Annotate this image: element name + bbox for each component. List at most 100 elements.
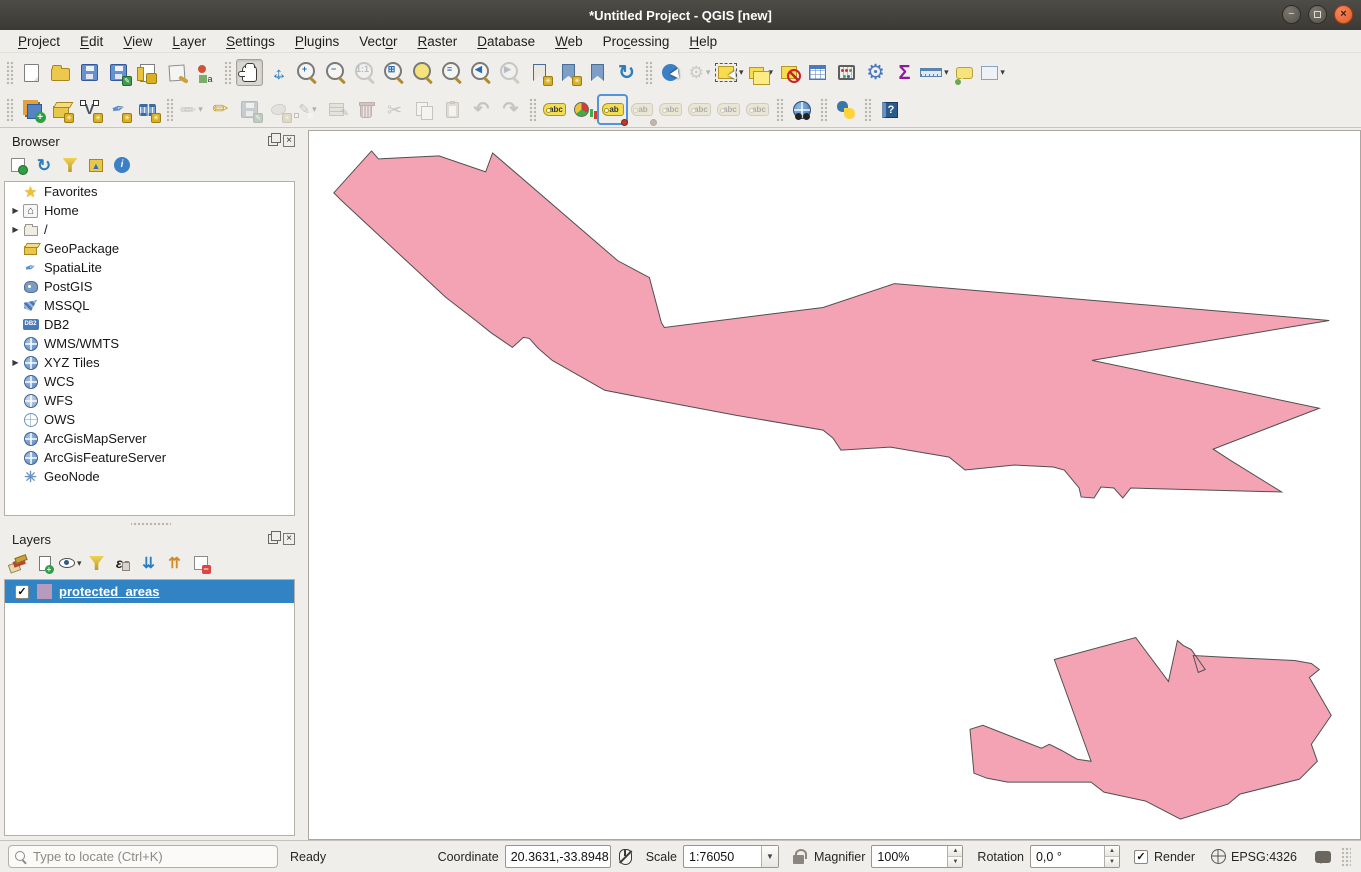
manage-map-themes-button[interactable]: ▾ bbox=[59, 552, 82, 574]
show-spatial-bookmarks-button[interactable]: ✳ bbox=[555, 59, 582, 86]
browser-item-arcgisfeatureserver[interactable]: ArcGisFeatureServer bbox=[5, 448, 294, 467]
rotation-spinbox[interactable]: 0,0 ° ▲▼ bbox=[1030, 845, 1120, 868]
locator-search-input[interactable]: Type to locate (Ctrl+K) bbox=[8, 845, 278, 868]
add-group-button[interactable] bbox=[33, 552, 55, 574]
open-attribute-table-button[interactable] bbox=[804, 59, 831, 86]
processing-toolbox-button[interactable]: ⚙ bbox=[862, 59, 889, 86]
map-tips-button[interactable] bbox=[951, 59, 978, 86]
browser-item-home[interactable]: ▶⌂Home bbox=[5, 201, 294, 220]
new-shapefile-layer-button[interactable]: V✳ bbox=[76, 96, 103, 123]
add-selected-layers-button[interactable] bbox=[7, 154, 29, 176]
map-canvas[interactable] bbox=[308, 130, 1361, 840]
browser-item-wms-wmts[interactable]: WMS/WMTS bbox=[5, 334, 294, 353]
zoom-to-layer-button[interactable]: ≡ bbox=[439, 59, 466, 86]
panel-splitter[interactable] bbox=[131, 520, 171, 528]
close-button[interactable]: × bbox=[1334, 5, 1353, 24]
new-project-button[interactable] bbox=[18, 59, 45, 86]
magnifier-spin-arrows[interactable]: ▲▼ bbox=[947, 846, 962, 867]
menu-help[interactable]: Help bbox=[679, 30, 727, 53]
select-features-button[interactable]: ▾ bbox=[715, 59, 744, 86]
protected-area-southeast[interactable] bbox=[970, 638, 1331, 819]
new-spatial-bookmark-button[interactable]: ✳ bbox=[526, 59, 553, 86]
new-print-layout-button[interactable] bbox=[134, 59, 161, 86]
menu-processing[interactable]: Processing bbox=[593, 30, 680, 53]
collapse-all-layers-button[interactable]: ⇈ bbox=[164, 552, 186, 574]
show-bookmark-manager-button[interactable] bbox=[584, 59, 611, 86]
browser-close-button[interactable]: × bbox=[283, 135, 295, 147]
zoom-full-button[interactable]: ⊞ bbox=[381, 59, 408, 86]
expander-icon[interactable]: ▶ bbox=[9, 225, 22, 234]
new-virtual-layer-button[interactable]: ✳ bbox=[134, 96, 161, 123]
browser-item-mssql[interactable]: MSSQL bbox=[5, 296, 294, 315]
open-project-button[interactable] bbox=[47, 59, 74, 86]
python-console-button[interactable] bbox=[832, 96, 859, 123]
layer-item-protected-areas[interactable]: ✓protected_areas bbox=[5, 580, 294, 603]
rotation-spin-arrows[interactable]: ▲▼ bbox=[1104, 846, 1119, 867]
expand-all-button[interactable]: ⇊ bbox=[138, 552, 160, 574]
layer-visibility-checkbox[interactable]: ✓ bbox=[15, 585, 29, 599]
style-manager-button[interactable] bbox=[192, 59, 219, 86]
browser-item-favorites[interactable]: ★Favorites bbox=[5, 182, 294, 201]
filter-legend-button[interactable] bbox=[86, 552, 108, 574]
browser-item-postgis[interactable]: PostGIS bbox=[5, 277, 294, 296]
new-spatialite-layer-button[interactable]: ✒✳ bbox=[105, 96, 132, 123]
menu-layer[interactable]: Layer bbox=[162, 30, 216, 53]
messages-icon[interactable] bbox=[1315, 851, 1331, 863]
protected-area-west[interactable] bbox=[334, 151, 1329, 498]
open-data-source-manager-button[interactable] bbox=[18, 96, 45, 123]
help-contents-button[interactable]: ? bbox=[876, 96, 903, 123]
menu-settings[interactable]: Settings bbox=[216, 30, 285, 53]
magnifier-spinbox[interactable]: 100% ▲▼ bbox=[871, 845, 963, 868]
browser-item-wfs[interactable]: WFS bbox=[5, 391, 294, 410]
resize-grip[interactable] bbox=[1341, 847, 1351, 867]
render-toggle[interactable]: ✓ Render bbox=[1134, 850, 1195, 864]
filter-by-expression-button[interactable]: ε▾ bbox=[112, 552, 134, 574]
layers-float-button[interactable] bbox=[268, 534, 278, 544]
text-annotation-button[interactable]: ▾ bbox=[980, 59, 1007, 86]
zoom-out-button[interactable]: − bbox=[323, 59, 350, 86]
browser-item-geopackage[interactable]: GeoPackage bbox=[5, 239, 294, 258]
browser-float-button[interactable] bbox=[268, 136, 278, 146]
menu-plugins[interactable]: Plugins bbox=[285, 30, 349, 53]
layer-diagram-options-button[interactable] bbox=[570, 96, 597, 123]
deselect-features-button[interactable] bbox=[775, 59, 802, 86]
scale-combobox[interactable]: 1:76050 ▼ bbox=[683, 845, 779, 868]
browser-item-spatialite[interactable]: ✒SpatiaLite bbox=[5, 258, 294, 277]
lock-scale-icon[interactable] bbox=[793, 855, 804, 864]
collapse-all-button[interactable]: ▲ bbox=[85, 154, 107, 176]
save-project-button[interactable] bbox=[76, 59, 103, 86]
refresh-map-button[interactable]: ↻ bbox=[613, 59, 640, 86]
layers-close-button[interactable]: × bbox=[283, 533, 295, 545]
crs-globe-icon[interactable] bbox=[1211, 849, 1226, 864]
toggle-extents-mouse-icon[interactable] bbox=[619, 849, 632, 865]
field-calculator-button[interactable] bbox=[833, 59, 860, 86]
browser-item-root[interactable]: ▶/ bbox=[5, 220, 294, 239]
menu-raster[interactable]: Raster bbox=[408, 30, 468, 53]
select-features-by-value-button[interactable]: ▾ bbox=[746, 59, 774, 86]
menu-vector[interactable]: Vector bbox=[349, 30, 407, 53]
filter-browser-button[interactable] bbox=[59, 154, 81, 176]
remove-layer-group-button[interactable] bbox=[190, 552, 212, 574]
scale-dropdown-icon[interactable]: ▼ bbox=[761, 846, 778, 867]
browser-item-arcgismapserver[interactable]: ArcGisMapServer bbox=[5, 429, 294, 448]
measure-line-button[interactable]: ▾ bbox=[920, 59, 949, 86]
layer-symbol-swatch[interactable] bbox=[37, 584, 52, 599]
menu-web[interactable]: Web bbox=[545, 30, 593, 53]
menu-database[interactable]: Database bbox=[467, 30, 545, 53]
pan-map-button[interactable] bbox=[236, 59, 263, 86]
expander-icon[interactable]: ▶ bbox=[9, 358, 22, 367]
toggle-editing-button[interactable]: ✏ bbox=[207, 96, 234, 123]
identify-features-button[interactable] bbox=[657, 59, 684, 86]
show-layout-manager-button[interactable] bbox=[163, 59, 190, 86]
pin-labels-button[interactable]: ab bbox=[599, 96, 626, 123]
new-geopackage-layer-button[interactable]: ✳ bbox=[47, 96, 74, 123]
browser-item-geonode[interactable]: ✳GeoNode bbox=[5, 467, 294, 486]
zoom-to-selection-button[interactable] bbox=[410, 59, 437, 86]
browser-item-db2[interactable]: DB2DB2 bbox=[5, 315, 294, 334]
coordinate-input[interactable]: 20.3631,-33.8948 bbox=[505, 845, 611, 868]
refresh-browser-button[interactable]: ↻ bbox=[33, 154, 55, 176]
minimize-button[interactable]: − bbox=[1282, 5, 1301, 24]
statistical-summary-button[interactable]: Σ bbox=[891, 59, 918, 86]
zoom-in-button[interactable]: + bbox=[294, 59, 321, 86]
maximize-button[interactable] bbox=[1308, 5, 1327, 24]
